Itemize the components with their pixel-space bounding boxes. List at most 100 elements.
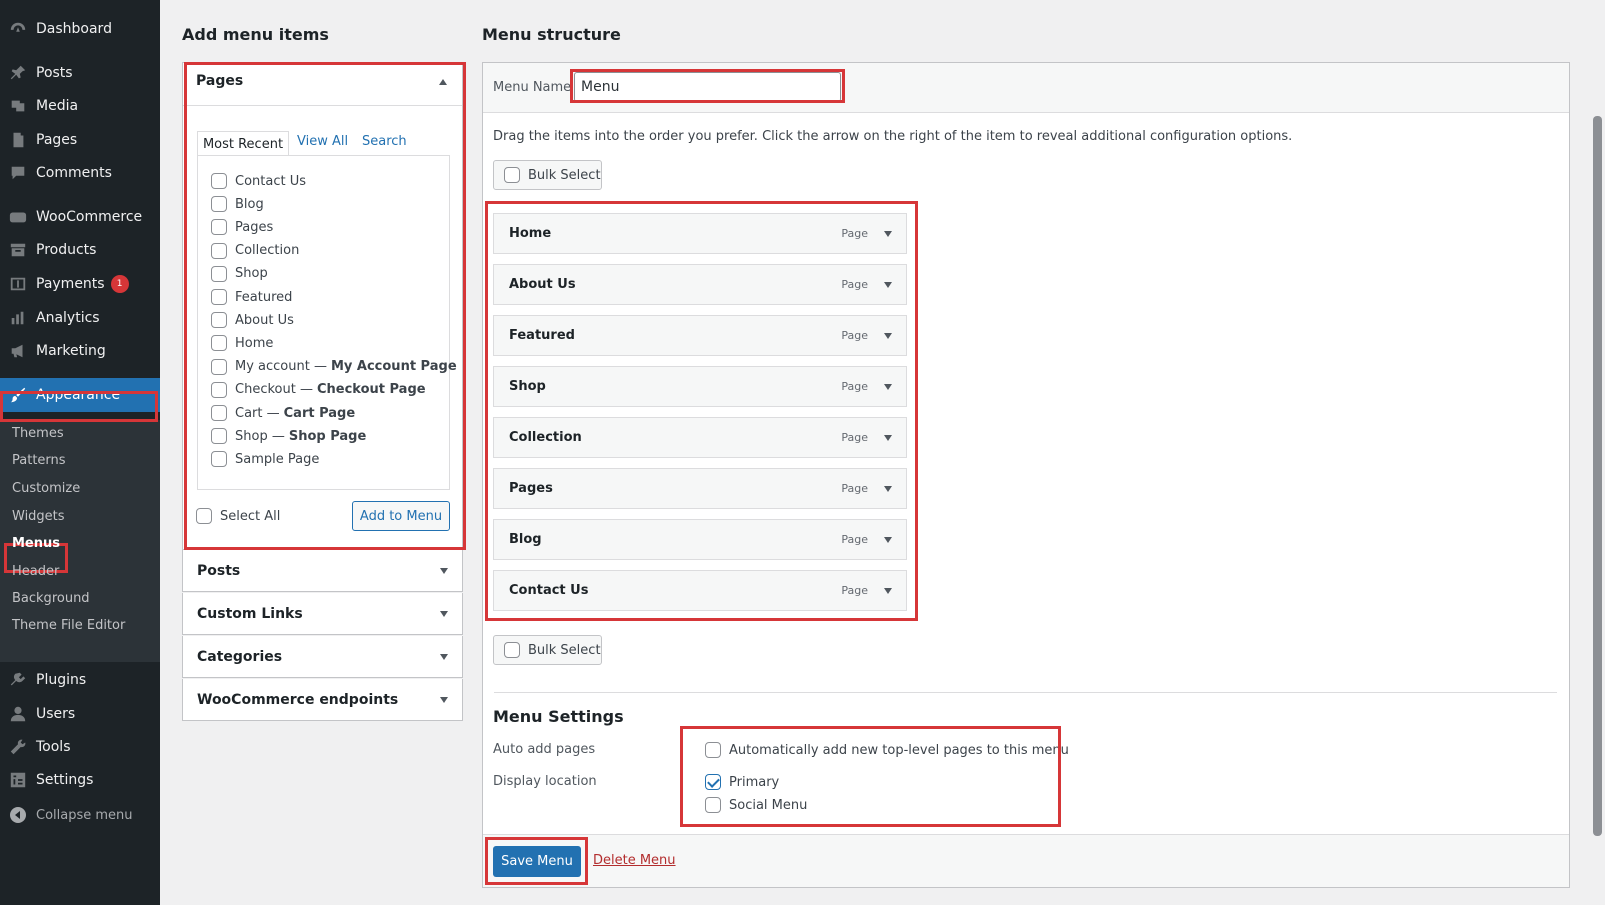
accordion-custom-links[interactable]: Custom Links [182, 593, 463, 635]
bulk-select-checkbox[interactable] [504, 167, 520, 183]
expand-arrow-icon[interactable] [440, 567, 448, 574]
auto-add-checkbox[interactable] [705, 742, 721, 758]
submenu-item-patterns[interactable]: Patterns [12, 453, 66, 468]
sidebar-item-dashboard[interactable]: Dashboard [0, 12, 160, 46]
sidebar-item-products[interactable]: Products [0, 233, 160, 267]
accordion-woocommerce-endpoints[interactable]: WooCommerce endpoints [182, 679, 463, 721]
expand-arrow-icon[interactable] [884, 282, 892, 288]
tab-most-recent[interactable]: Most Recent [197, 131, 289, 156]
scrollbar-thumb[interactable] [1593, 116, 1602, 836]
page-checkbox-row[interactable]: Blog [211, 196, 264, 213]
select-all-checkbox[interactable] [196, 508, 212, 524]
page-checkbox[interactable] [211, 196, 227, 213]
page-checkbox-row[interactable]: Checkout — Checkout Page [211, 381, 426, 398]
collapse-menu-button[interactable]: Collapse menu [0, 804, 133, 826]
sidebar-item-settings[interactable]: Settings [0, 763, 160, 797]
tab-view-all[interactable]: View All [297, 134, 348, 149]
sidebar-item-comments[interactable]: Comments [0, 156, 160, 190]
tab-search[interactable]: Search [362, 134, 407, 149]
page-checkbox-row[interactable]: Shop [211, 265, 268, 282]
menu-item-home[interactable]: Home Page [493, 213, 907, 254]
sidebar-item-tools[interactable]: Tools [0, 730, 160, 764]
page-checkbox-row[interactable]: Cart — Cart Page [211, 405, 355, 421]
expand-arrow-icon[interactable] [440, 696, 448, 703]
page-checkbox[interactable] [211, 289, 227, 305]
submenu-item-customize[interactable]: Customize [12, 481, 80, 496]
sidebar-item-appearance[interactable]: Appearance [0, 378, 160, 412]
page-checkbox-row[interactable]: About Us [211, 312, 294, 329]
add-to-menu-button[interactable]: Add to Menu [352, 501, 450, 531]
page-checkbox-row[interactable]: Sample Page [211, 451, 319, 468]
submenu-item-menus[interactable]: Menus [12, 536, 60, 551]
submenu-item-background[interactable]: Background [12, 591, 90, 606]
sidebar-item-marketing[interactable]: Marketing [0, 334, 160, 368]
accordion-categories[interactable]: Categories [182, 636, 463, 678]
sidebar-item-pages[interactable]: Pages [0, 123, 160, 157]
expand-arrow-icon[interactable] [440, 610, 448, 617]
menu-item-shop[interactable]: Shop Page [493, 366, 907, 407]
expand-arrow-icon[interactable] [884, 333, 892, 339]
expand-arrow-icon[interactable] [884, 231, 892, 237]
expand-arrow-icon[interactable] [884, 384, 892, 390]
page-checkbox[interactable] [211, 173, 227, 189]
auto-add-option[interactable]: Automatically add new top-level pages to… [705, 742, 1069, 758]
page-checkbox-row[interactable]: Home [211, 335, 273, 352]
settings-icon [8, 770, 28, 790]
location-checkbox[interactable] [705, 774, 721, 790]
page-checkbox[interactable] [211, 428, 227, 445]
page-checkbox[interactable] [211, 358, 227, 375]
sidebar-item-users[interactable]: Users [0, 697, 160, 731]
menu-item-blog[interactable]: Blog Page [493, 519, 907, 560]
page-checkbox-row[interactable]: My account — My Account Page [211, 358, 457, 375]
page-checkbox[interactable] [211, 242, 227, 259]
page-label: Shop — [235, 428, 285, 444]
bulk-select-top[interactable]: Bulk Select [493, 160, 602, 190]
submenu-item-header[interactable]: Header [12, 564, 59, 579]
sidebar-item-analytics[interactable]: Analytics [0, 301, 160, 335]
delete-menu-link[interactable]: Delete Menu [593, 853, 676, 868]
expand-arrow-icon[interactable] [884, 537, 892, 543]
expand-arrow-icon[interactable] [884, 588, 892, 594]
sidebar-item-plugins[interactable]: Plugins [0, 663, 160, 697]
bulk-select-checkbox[interactable] [504, 642, 520, 658]
sidebar-item-posts[interactable]: Posts [0, 56, 160, 90]
menu-item-pages[interactable]: Pages Page [493, 468, 907, 509]
page-checkbox[interactable] [211, 451, 227, 468]
save-menu-button[interactable]: Save Menu [493, 846, 581, 877]
expand-arrow-icon[interactable] [884, 435, 892, 441]
sidebar-item-payments[interactable]: Payments 1 [0, 267, 160, 301]
location-primary[interactable]: Primary [705, 774, 779, 790]
sidebar-item-media[interactable]: Media [0, 89, 160, 123]
page-checkbox[interactable] [211, 265, 227, 282]
page-checkbox[interactable] [211, 219, 227, 236]
submenu-item-widgets[interactable]: Widgets [12, 509, 65, 524]
submenu-item-themes[interactable]: Themes [12, 426, 64, 441]
page-checkbox[interactable] [211, 312, 227, 329]
expand-arrow-icon[interactable] [440, 653, 448, 660]
accordion-title: Categories [197, 648, 283, 665]
menu-name-input[interactable]: Menu [574, 72, 841, 102]
menu-item-contact-us[interactable]: Contact Us Page [493, 570, 907, 611]
page-checkbox[interactable] [211, 381, 227, 398]
menu-item-featured[interactable]: Featured Page [493, 315, 907, 356]
accordion-posts[interactable]: Posts [182, 550, 463, 592]
menu-item-about-us[interactable]: About Us Page [493, 264, 907, 305]
page-checkbox-row[interactable]: Contact Us [211, 173, 306, 189]
page-checkbox[interactable] [211, 405, 227, 421]
sidebar-item-label: Media [36, 98, 79, 114]
page-checkbox-row[interactable]: Shop — Shop Page [211, 428, 366, 445]
page-checkbox-row[interactable]: Featured [211, 289, 292, 305]
location-social-menu[interactable]: Social Menu [705, 797, 807, 813]
bulk-select-bottom[interactable]: Bulk Select [493, 635, 602, 665]
page-checkbox-row[interactable]: Pages [211, 219, 273, 236]
select-all-row[interactable]: Select All [196, 508, 280, 524]
sidebar-item-woocommerce[interactable]: WooCommerce [0, 200, 160, 234]
submenu-item-theme-file-editor[interactable]: Theme File Editor [12, 618, 125, 633]
page-checkbox[interactable] [211, 335, 227, 352]
menu-item-collection[interactable]: Collection Page [493, 417, 907, 458]
expand-arrow-icon[interactable] [884, 486, 892, 492]
page-checkbox-row[interactable]: Collection [211, 242, 299, 259]
location-checkbox[interactable] [705, 797, 721, 813]
collapse-arrow-icon[interactable] [439, 79, 447, 85]
user-icon [8, 704, 28, 724]
